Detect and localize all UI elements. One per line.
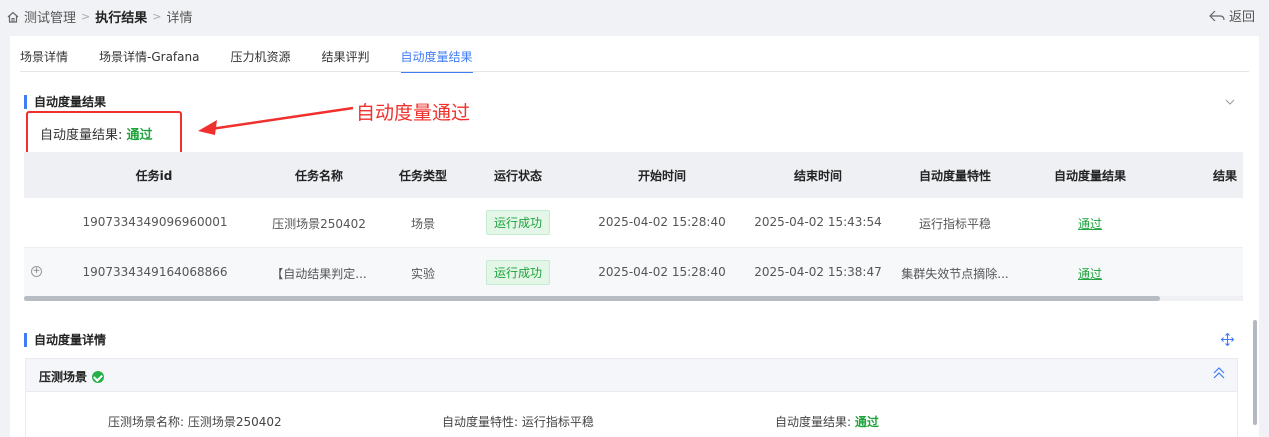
vertical-scrollbar[interactable]: [1253, 320, 1257, 425]
col-task-type: 任务类型: [398, 169, 448, 183]
col-metric-result: 自动度量结果: [1053, 169, 1127, 183]
horizontal-scroll-thumb[interactable]: [24, 296, 1160, 301]
chevron-double-up-icon[interactable]: [1213, 366, 1225, 380]
cell-start-time: 2025-04-02 15:28:40: [598, 265, 726, 279]
back-arrow-icon: [1209, 10, 1225, 21]
section-accent-bar: [24, 94, 27, 109]
metric-feature-field: 自动度量特性: 运行指标平稳: [442, 413, 594, 430]
metric-feature-value: 运行指标平稳: [521, 415, 594, 429]
cell-task-name: 压测场景250402: [272, 217, 366, 231]
result-table: 任务id 任务名称 任务类型 运行状态 开始时间 结束时间 自动度量特性 自动度…: [24, 152, 1243, 298]
cell-task-type: 实验: [410, 267, 436, 281]
breadcrumb-separator: >: [152, 10, 162, 23]
cell-end-time: 2025-04-02 15:43:54: [754, 215, 882, 229]
check-circle-icon: [92, 370, 105, 383]
table-row[interactable]: 1907334349096960001 压测场景250402 场景 运行成功 2…: [24, 198, 1243, 248]
col-end-time: 结束时间: [793, 169, 843, 183]
metric-result-label: 自动度量结果:: [775, 415, 852, 429]
cell-end-time: 2025-04-02 15:38:47: [754, 265, 882, 279]
top-bar: 测试管理 > 执行结果 > 详情 返回: [0, 0, 1269, 34]
col-metric-feature: 自动度量特性: [918, 169, 992, 183]
scene-panel-body: 压测场景名称: 压测场景250402 自动度量特性: 运行指标平稳 自动度量结果…: [25, 392, 1238, 437]
cell-metric-feature: 运行指标平稳: [918, 217, 992, 231]
table-header: 任务id 任务名称 任务类型 运行状态 开始时间 结束时间 自动度量特性 自动度…: [24, 152, 1243, 198]
back-label: 返回: [1228, 10, 1255, 25]
breadcrumb-current[interactable]: 执行结果: [95, 7, 147, 26]
tab-scene-detail[interactable]: 场景详情: [20, 48, 68, 72]
metric-result-value: 通过: [854, 415, 879, 429]
cell-task-name: 【自动结果判定...: [271, 267, 367, 281]
move-icon[interactable]: [1221, 333, 1234, 346]
expand-row-icon[interactable]: +: [31, 266, 42, 277]
scene-panel-title: 压测场景: [39, 368, 105, 385]
section-title-text: 自动度量详情: [34, 333, 107, 347]
scene-panel-title-text: 压测场景: [39, 370, 88, 384]
metric-feature-label: 自动度量特性:: [442, 415, 519, 429]
tab-scene-grafana[interactable]: 场景详情-Grafana: [99, 48, 199, 72]
table-row[interactable]: + 1907334349164068866 【自动结果判定... 实验 运行成功…: [24, 248, 1243, 298]
tab-load-resource[interactable]: 压力机资源: [230, 48, 290, 72]
tab-divider: [20, 71, 1249, 72]
scene-panel-header[interactable]: 压测场景: [25, 358, 1238, 392]
chevron-down-icon[interactable]: [1225, 95, 1235, 108]
cell-start-time: 2025-04-02 15:28:40: [598, 215, 726, 229]
breadcrumb-leaf: 详情: [166, 11, 193, 26]
scene-name-label: 压测场景名称:: [108, 415, 185, 429]
scene-name-field: 压测场景名称: 压测场景250402: [108, 413, 282, 430]
metric-result-link[interactable]: 通过: [1078, 265, 1102, 282]
tab-result-judge[interactable]: 结果评判: [322, 48, 370, 72]
col-result: 结果: [1212, 169, 1238, 183]
section-accent-bar: [24, 332, 27, 347]
annotation-label: 自动度量通过: [356, 102, 471, 124]
status-badge: 运行成功: [485, 210, 551, 235]
metric-result-link[interactable]: 通过: [1078, 215, 1102, 232]
main-card: 场景详情 场景详情-Grafana 压力机资源 结果评判 自动度量结果 自动度量…: [10, 36, 1259, 437]
horizontal-scrollbar[interactable]: [24, 296, 1243, 301]
breadcrumb-home[interactable]: 测试管理: [24, 7, 76, 26]
tab-bar: 场景详情 场景详情-Grafana 压力机资源 结果评判 自动度量结果: [20, 48, 504, 73]
breadcrumb: 测试管理 > 执行结果 > 详情: [6, 7, 192, 26]
col-task-name: 任务名称: [294, 169, 344, 183]
status-badge: 运行成功: [485, 260, 551, 285]
annotation-arrow-icon: [198, 106, 354, 135]
col-task-id: 任务id: [135, 169, 173, 183]
cell-metric-feature: 集群失效节点摘除...: [901, 267, 1009, 281]
back-button[interactable]: 返回: [1209, 6, 1255, 25]
scene-name-value: 压测场景250402: [187, 415, 282, 429]
cell-task-id: 1907334349096960001: [82, 215, 228, 229]
section-title-auto-detail: 自动度量详情: [24, 331, 106, 348]
section-title-auto-result: 自动度量结果: [24, 93, 106, 110]
col-start-time: 开始时间: [637, 169, 687, 183]
home-icon[interactable]: [6, 10, 20, 24]
tab-auto-metric-result[interactable]: 自动度量结果: [400, 48, 473, 73]
cell-task-id: 1907334349164068866: [82, 265, 228, 279]
cell-task-type: 场景: [410, 217, 436, 231]
section-title-text: 自动度量结果: [34, 95, 107, 109]
metric-result-field: 自动度量结果: 通过: [775, 413, 879, 430]
breadcrumb-separator: >: [81, 10, 91, 23]
col-run-status: 运行状态: [493, 169, 543, 183]
